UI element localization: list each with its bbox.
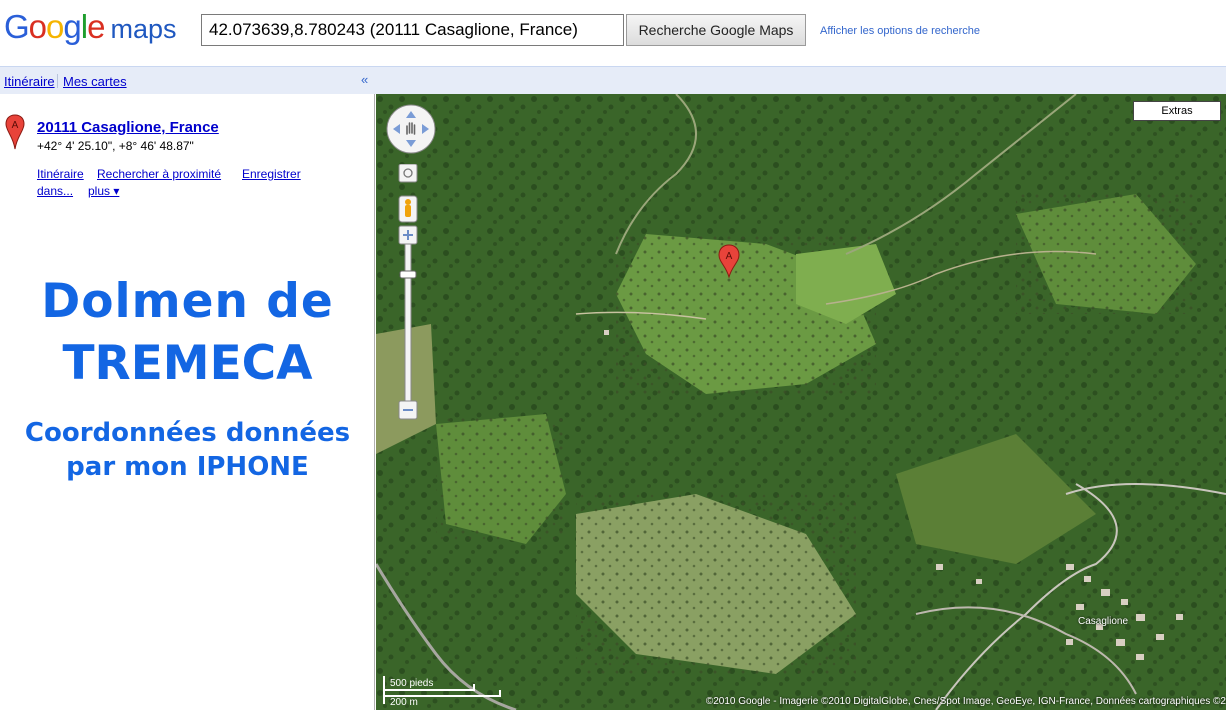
promo-line-1: Dolmen de (41, 274, 334, 329)
logo-maps: maps (110, 14, 177, 44)
map-marker-a-icon[interactable]: A (718, 244, 740, 278)
google-maps-logo[interactable]: Google maps (4, 8, 176, 46)
promo-line-3: Coordonnées données (24, 418, 351, 448)
search-button[interactable]: Recherche Google Maps (626, 14, 806, 46)
place-coordinates: +42° 4' 25.10", +8° 46' 48.87" (37, 139, 194, 153)
scale-bar: 500 pieds 200 m (383, 676, 501, 706)
collapse-panel-icon[interactable]: « (361, 72, 368, 87)
action-save-link[interactable]: Enregistrer (242, 167, 301, 181)
promo-text-block: Dolmen de TREMECA Coordonnées données pa… (0, 272, 375, 484)
my-maps-link[interactable]: Mes cartes (63, 74, 127, 89)
extras-button[interactable]: Extras (1133, 101, 1221, 121)
action-itinerary-link[interactable]: Itinéraire (37, 167, 84, 181)
zoom-control[interactable] (396, 164, 420, 424)
search-options-link[interactable]: Afficher les options de recherche (820, 25, 980, 37)
village-label[interactable]: Casaglione (1078, 616, 1128, 627)
action-save-link-continued[interactable]: dans... (37, 184, 73, 198)
promo-line-4: par mon IPHONE (66, 452, 309, 482)
pan-control[interactable] (386, 104, 436, 154)
marker-letter: A (12, 120, 19, 131)
reset-view-button (398, 164, 418, 183)
logo-google: Google (4, 8, 105, 45)
link-bar: Itinéraire Mes cartes « (0, 66, 1226, 94)
place-title-link[interactable]: 20111 Casaglione, France (37, 119, 219, 136)
action-nearby-link[interactable]: Rechercher à proximité (97, 167, 221, 181)
scale-feet-label: 500 pieds (390, 678, 433, 689)
promo-line-2: TREMECA (62, 336, 313, 391)
action-more-link[interactable]: plus ▾ (88, 184, 119, 198)
pegman-icon (405, 199, 411, 205)
link-separator (57, 74, 58, 88)
header: Googlemaps Recherche Google Maps Affiche… (0, 0, 1226, 66)
scale-meters-label: 200 m (390, 697, 418, 706)
marker-a-icon[interactable]: A (5, 114, 25, 150)
zoom-track (404, 243, 412, 402)
itinerary-link[interactable]: Itinéraire (4, 74, 55, 89)
map-copyright: ©2010 Google - Imagerie ©2010 DigitalGlo… (705, 696, 1226, 707)
sidebar: A 20111 Casaglione, France +42° 4' 25.10… (0, 94, 375, 710)
map-marker-letter: A (726, 251, 733, 262)
satellite-map[interactable]: A Extras 500 pieds 200 m Casaglione ©201… (376, 94, 1226, 710)
zoom-thumb (399, 270, 417, 279)
search-input[interactable] (201, 14, 624, 46)
